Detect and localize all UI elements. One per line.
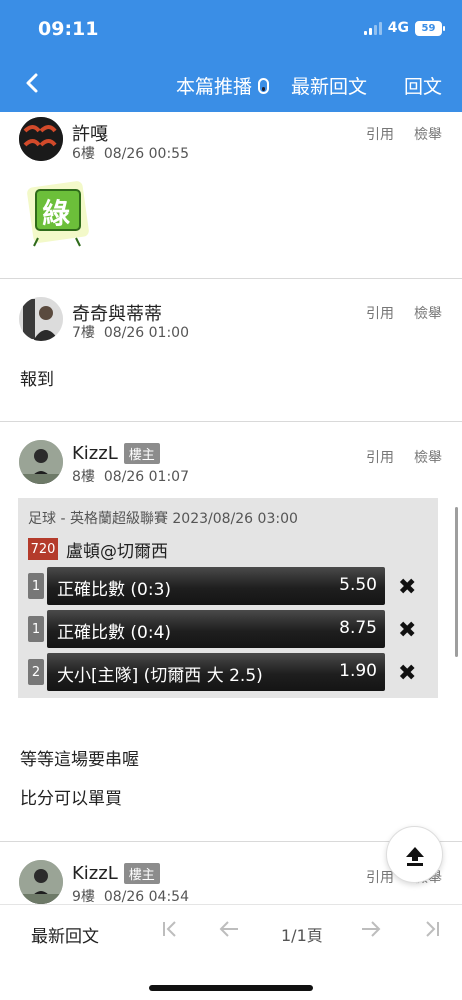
avatar[interactable] — [19, 440, 63, 484]
floor-number: 7樓 — [72, 325, 95, 341]
post-meta: 7樓 08/26 01:00 — [72, 322, 189, 342]
match-number-badge: 720 — [28, 538, 58, 560]
post-meta: 9樓 08/26 04:54 — [72, 886, 189, 906]
bet-league-header: 足球 - 英格蘭超級聯賽 2023/08/26 03:00 — [28, 511, 298, 527]
bet-option-bar: 正確比數 (0:3) 5.50 — [47, 567, 385, 605]
post-datetime: 08/26 04:54 — [103, 889, 189, 905]
person-avatar-icon — [19, 860, 63, 904]
top-bar: 09:11 4G 59 本篇推播 最新回文 回文 — [0, 0, 462, 112]
post-text-line-1: 等等這場要串喔 — [20, 750, 139, 770]
page-indicator[interactable]: 1/1頁 — [281, 922, 323, 946]
scroll-to-top-button[interactable] — [386, 826, 443, 883]
bet-option-bar: 正確比數 (0:4) 8.75 — [47, 610, 385, 648]
prev-page-button[interactable] — [218, 919, 240, 944]
post-meta: 8樓 08/26 01:07 — [72, 466, 189, 486]
bet-leg: 2 大小[主隊] (切爾西 大 2.5) 1.90 ✖ — [28, 653, 428, 691]
bet-option-label: 大小[主隊] (切爾西 大 2.5) — [57, 666, 263, 686]
latest-reply-button[interactable]: 最新回文 — [291, 72, 367, 99]
person-avatar-icon — [19, 297, 63, 341]
arrow-up-to-top-icon — [405, 846, 424, 866]
first-page-icon — [163, 921, 176, 937]
lost-x-icon: ✖ — [398, 661, 417, 686]
sticker-text: 綠 — [42, 197, 71, 230]
match-name: 盧頓@切爾西 — [66, 542, 168, 562]
status-icons: 4G 59 — [363, 20, 445, 36]
floor-number: 8樓 — [72, 469, 95, 485]
quote-button[interactable]: 引用 — [366, 124, 394, 144]
lost-x-icon: ✖ — [398, 618, 417, 643]
back-button[interactable] — [22, 70, 44, 96]
report-button[interactable]: 檢舉 — [414, 303, 442, 323]
post-datetime: 08/26 01:07 — [103, 469, 189, 485]
shrimp-avatar-icon — [19, 117, 63, 161]
bet-option-bar: 大小[主隊] (切爾西 大 2.5) 1.90 — [47, 653, 385, 691]
bet-slip-card: 足球 - 英格蘭超級聯賽 2023/08/26 03:00 720 盧頓@切爾西… — [18, 498, 438, 698]
sticker: 綠 — [26, 178, 90, 250]
bet-odds: 5.50 — [339, 575, 377, 595]
chevron-left-icon — [26, 73, 38, 93]
report-button[interactable]: 檢舉 — [414, 447, 442, 467]
floor-number: 9樓 — [72, 889, 95, 905]
report-button[interactable]: 檢舉 — [414, 124, 442, 144]
signal-icon — [363, 21, 382, 35]
bottom-latest-reply-button[interactable]: 最新回文 — [31, 922, 99, 947]
post-floor-6: 許嘎 6樓 08/26 00:55 引用 檢舉 綠 — [0, 112, 462, 279]
person-avatar-icon — [19, 440, 63, 484]
bet-leg: 1 正確比數 (0:3) 5.50 ✖ — [28, 567, 428, 605]
thread-owner-badge: 樓主 — [123, 863, 160, 884]
avatar[interactable] — [19, 297, 63, 341]
bet-leg: 1 正確比數 (0:4) 8.75 ✖ — [28, 610, 428, 648]
arrow-right-icon — [362, 921, 381, 937]
lost-x-icon: ✖ — [398, 575, 417, 600]
bet-option-label: 正確比數 (0:4) — [57, 623, 172, 643]
first-page-button[interactable] — [160, 919, 180, 944]
live-push-label: 本篇推播 — [176, 76, 253, 98]
post-datetime: 08/26 01:00 — [103, 325, 189, 341]
bet-odds: 8.75 — [339, 618, 377, 638]
post-text: 報到 — [20, 370, 54, 390]
reply-button[interactable]: 回文 — [404, 72, 442, 99]
next-page-button[interactable] — [360, 919, 382, 944]
avatar[interactable] — [19, 860, 63, 904]
post-text-line-2: 比分可以單買 — [20, 789, 122, 809]
post-meta: 6樓 08/26 00:55 — [72, 143, 189, 163]
network-type: 4G — [387, 20, 409, 36]
floor-number: 6樓 — [72, 146, 95, 162]
leg-index: 1 — [28, 616, 44, 642]
post-floor-7: 奇奇與蒂蒂 7樓 08/26 01:00 引用 檢舉 報到 — [0, 279, 462, 422]
quote-button[interactable]: 引用 — [366, 447, 394, 467]
author-name[interactable]: KizzL 樓主 — [72, 863, 160, 884]
last-page-icon — [426, 921, 439, 937]
live-push-button[interactable]: 本篇推播 — [176, 72, 270, 99]
arrow-left-icon — [219, 921, 238, 937]
scrollbar[interactable] — [455, 507, 458, 657]
home-indicator — [149, 985, 313, 991]
bottom-pagination-bar: 最新回文 1/1頁 — [0, 904, 462, 1000]
thread-owner-badge: 樓主 — [123, 443, 160, 464]
post-datetime: 08/26 00:55 — [103, 146, 189, 162]
bet-odds: 1.90 — [339, 661, 377, 681]
status-time: 09:11 — [38, 18, 99, 40]
bet-option-label: 正確比數 (0:3) — [57, 580, 172, 600]
mic-toggle-icon — [258, 77, 270, 94]
leg-index: 1 — [28, 573, 44, 599]
avatar[interactable] — [19, 117, 63, 161]
quote-button[interactable]: 引用 — [366, 303, 394, 323]
leg-index: 2 — [28, 659, 44, 685]
author-name[interactable]: KizzL 樓主 — [72, 443, 160, 464]
battery-icon: 59 — [415, 20, 445, 36]
last-page-button[interactable] — [422, 919, 442, 944]
